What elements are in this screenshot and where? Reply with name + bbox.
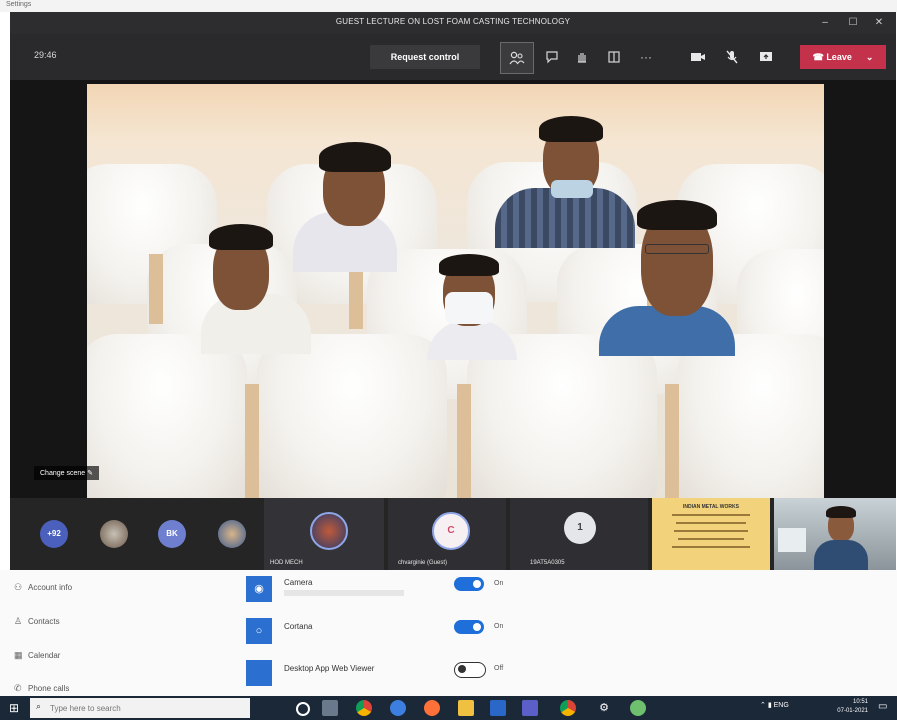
video-stage: Change scene ✎ bbox=[10, 80, 896, 498]
shared-slide-thumbnail[interactable]: INDIAN METAL WORKS bbox=[652, 498, 770, 570]
teams-icon[interactable] bbox=[522, 700, 538, 716]
nav-label: Calendar bbox=[28, 651, 61, 660]
more-options-icon[interactable]: ··· bbox=[634, 46, 658, 68]
notifications-icon[interactable]: ▭ bbox=[878, 701, 887, 712]
chevron-down-icon: ⌄ bbox=[865, 51, 874, 62]
participant-strip: +92 BK HOD MECH C chvarginie (Guest) 1 1… bbox=[10, 498, 896, 570]
settings-title-strip: Settings bbox=[0, 0, 897, 12]
participant-avatar-photo-1[interactable] bbox=[100, 520, 128, 548]
raise-hand-icon[interactable] bbox=[570, 46, 594, 68]
contacts-icon: ♙ bbox=[14, 616, 23, 626]
desktop-web-viewer-app-icon bbox=[246, 660, 272, 686]
chevron-up-icon: ⌃ bbox=[760, 702, 766, 709]
change-scene-label: Change scene bbox=[40, 470, 86, 477]
calendar-icon: ▦ bbox=[14, 650, 23, 660]
leave-button[interactable]: ☎ Leave ⌄ bbox=[800, 45, 886, 69]
meeting-toolbar: 29:46 Request control ··· ☎ Leave ⌄ bbox=[10, 34, 896, 80]
participant-tile-hod-mech[interactable]: HOD MECH bbox=[264, 498, 384, 570]
nav-calendar[interactable]: ▦ Calendar bbox=[14, 650, 60, 661]
setting-camera-sub bbox=[284, 590, 404, 596]
participant-name: chvarginie (Guest) bbox=[398, 560, 448, 566]
clock-date: 07-01-2021 bbox=[837, 708, 868, 714]
taskbar-clock[interactable]: 10:51 07-01-2021 bbox=[824, 698, 868, 716]
participant-avatar-c: C bbox=[432, 512, 470, 550]
close-button[interactable]: ✕ bbox=[870, 15, 888, 31]
camera-toggle-state: On bbox=[494, 580, 504, 587]
pencil-icon: ✎ bbox=[87, 470, 93, 477]
participant-name: HOD MECH bbox=[270, 560, 303, 566]
nav-label: Phone calls bbox=[28, 684, 70, 693]
minimize-button[interactable]: – bbox=[816, 15, 834, 31]
cortana-app-icon: ○ bbox=[246, 618, 272, 644]
camera-toggle[interactable] bbox=[454, 577, 484, 591]
app-icon[interactable] bbox=[490, 700, 506, 716]
self-video-thumbnail[interactable] bbox=[774, 498, 896, 570]
camera-app-icon: ◉ bbox=[246, 576, 272, 602]
nav-label: Account info bbox=[28, 583, 73, 592]
shared-video-feed bbox=[87, 84, 824, 498]
participant-tile-19at[interactable]: 1 19AT5A0305 bbox=[510, 498, 648, 570]
meeting-timer: 29:46 bbox=[34, 50, 57, 60]
participant-tile-guest[interactable]: C chvarginie (Guest) bbox=[388, 498, 506, 570]
setting-web-viewer-label: Desktop App Web Viewer bbox=[284, 664, 375, 673]
chrome-icon-2[interactable] bbox=[560, 700, 576, 716]
nav-phone-calls[interactable]: ✆ Phone calls bbox=[14, 683, 69, 694]
nav-contacts[interactable]: ♙ Contacts bbox=[14, 616, 60, 627]
chrome-icon[interactable] bbox=[356, 700, 372, 716]
windows-start-icon[interactable]: ⊞ bbox=[6, 700, 22, 716]
slide-title: INDIAN METAL WORKS bbox=[683, 504, 739, 510]
app-icon-2[interactable] bbox=[630, 700, 646, 716]
maximize-button[interactable]: ☐ bbox=[844, 15, 862, 31]
participants-icon[interactable] bbox=[500, 42, 534, 74]
chat-icon[interactable] bbox=[540, 46, 564, 68]
participant-name: 19AT5A0305 bbox=[530, 560, 565, 566]
web-viewer-toggle-state: Off bbox=[494, 665, 504, 672]
participant-avatar-1: 1 bbox=[564, 512, 596, 544]
windows-settings-panel: ⚇ Account info ♙ Contacts ▦ Calendar ✆ Phone… bbox=[0, 570, 897, 696]
file-explorer-icon[interactable] bbox=[458, 700, 474, 716]
task-view-icon[interactable] bbox=[322, 700, 338, 716]
overflow-count-badge[interactable]: +92 bbox=[40, 520, 68, 548]
language-indicator: ENG bbox=[773, 702, 789, 709]
clock-time: 10:51 bbox=[852, 699, 868, 705]
windows-taskbar: ⊞ ⌕ ⚙ ⌃ ▮ ENG 10:51 07-01-2021 ▭ bbox=[0, 696, 897, 720]
leave-label: Leave bbox=[826, 51, 852, 62]
nav-label: Contacts bbox=[28, 617, 60, 626]
teams-meeting-window: GUEST LECTURE ON LOST FOAM CASTING TECHN… bbox=[10, 12, 896, 570]
change-scene-button[interactable]: Change scene ✎ bbox=[34, 466, 99, 480]
cortana-circle-icon[interactable] bbox=[296, 702, 310, 716]
edge-icon[interactable] bbox=[390, 700, 406, 716]
firefox-icon[interactable] bbox=[424, 700, 440, 716]
screen: Settings GUEST LECTURE ON LOST FOAM CAST… bbox=[0, 0, 897, 720]
phone-icon: ✆ bbox=[14, 683, 22, 693]
nav-account-info[interactable]: ⚇ Account info bbox=[14, 582, 72, 593]
settings-title: Settings bbox=[6, 1, 32, 8]
request-control-button[interactable]: Request control bbox=[370, 45, 480, 69]
search-icon: ⌕ bbox=[36, 701, 42, 711]
setting-cortana-label: Cortana bbox=[284, 622, 313, 631]
title-bar: GUEST LECTURE ON LOST FOAM CASTING TECHN… bbox=[10, 12, 896, 34]
share-screen-icon[interactable] bbox=[754, 46, 778, 68]
cortana-toggle[interactable] bbox=[454, 620, 484, 634]
breakout-rooms-icon[interactable] bbox=[602, 46, 626, 68]
system-tray[interactable]: ⌃ ▮ ENG bbox=[760, 701, 789, 709]
web-viewer-toggle[interactable] bbox=[454, 662, 486, 678]
participant-avatar-photo-2[interactable] bbox=[218, 520, 246, 548]
phone-hangup-icon: ☎ bbox=[812, 51, 827, 62]
mic-muted-icon[interactable] bbox=[720, 46, 744, 68]
camera-icon[interactable] bbox=[686, 46, 710, 68]
participant-avatar-hod bbox=[310, 512, 348, 550]
settings-gear-icon[interactable]: ⚙ bbox=[596, 700, 612, 716]
cortana-toggle-state: On bbox=[494, 623, 504, 630]
participant-avatar-bk[interactable]: BK bbox=[158, 520, 186, 548]
user-icon: ⚇ bbox=[14, 582, 23, 592]
setting-camera-label: Camera bbox=[284, 578, 313, 587]
meeting-title: GUEST LECTURE ON LOST FOAM CASTING TECHN… bbox=[335, 17, 571, 26]
taskbar-search-input[interactable] bbox=[30, 698, 250, 718]
